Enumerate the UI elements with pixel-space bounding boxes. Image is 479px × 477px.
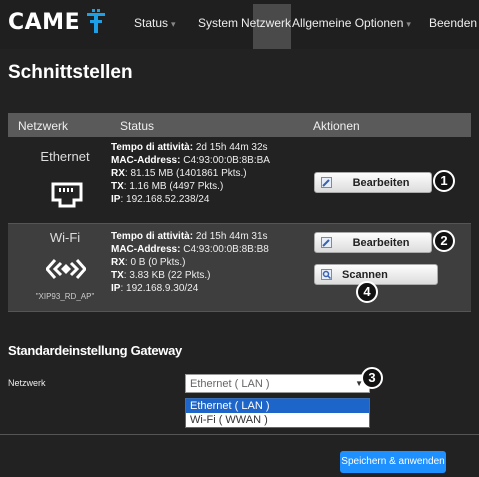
header-status: Status — [120, 119, 155, 133]
header-actions: Aktionen — [313, 119, 360, 133]
nav-allgemeine-optionen[interactable]: Allgemeine Optionen ▾ — [292, 16, 411, 30]
edit-wifi-button[interactable]: Bearbeiten — [314, 232, 432, 253]
nav-system[interactable]: System — [198, 16, 238, 30]
came-logo-icon — [87, 9, 105, 33]
nav-status[interactable]: Status ▾ — [134, 16, 176, 30]
status-ethernet: Tempo di attività: 2d 15h 44m 32s MAC-Ad… — [111, 141, 270, 206]
table-row-wifi: Wi-Fi "XIP93_RD_AP" Tempo di attività: 2… — [8, 223, 471, 312]
status-line: MAC-Address: C4:93:00:0B:8B:B8 — [111, 244, 269, 255]
header-network: Netzwerk — [18, 119, 69, 133]
interfaces-table: Netzwerk Status Aktionen Ethernet Tempo … — [8, 113, 471, 312]
callout-badge-3: 3 — [361, 367, 383, 389]
top-navbar: CAME Status ▾ System Netzwerk Allgemeine … — [0, 0, 479, 49]
gateway-network-label: Netzwerk — [8, 378, 46, 388]
status-line: Tempo di attività: 2d 15h 44m 32s — [111, 142, 268, 153]
scan-wifi-label: Scannen — [342, 269, 388, 281]
table-header: Netzwerk Status Aktionen — [8, 113, 471, 137]
callout-badge-2: 2 — [433, 230, 455, 252]
gateway-network-dropdown: Ethernet ( LAN ) Wi-Fi ( WWAN ) — [185, 398, 370, 428]
status-line: MAC-Address: C4:93:00:0B:8B:BA — [111, 155, 270, 166]
callout-badge-1: 1 — [433, 170, 455, 192]
status-line: TX: 1.16 MB (4497 Pkts.) — [111, 181, 224, 192]
edit-ethernet-button[interactable]: Bearbeiten — [314, 172, 432, 193]
status-wifi: Tempo di attività: 2d 15h 44m 31s MAC-Ad… — [111, 230, 269, 295]
status-line: TX: 3.83 KB (22 Pkts.) — [111, 270, 211, 281]
came-logo[interactable]: CAME — [8, 10, 80, 35]
status-line: Tempo di attività: 2d 15h 44m 31s — [111, 231, 268, 242]
dropdown-option-wifi[interactable]: Wi-Fi ( WWAN ) — [186, 413, 369, 427]
nav-system-label: System — [198, 16, 239, 30]
page-title: Schnittstellen — [8, 62, 133, 83]
wifi-ssid: "XIP93_RD_AP" — [35, 292, 95, 301]
footer-divider — [0, 434, 479, 435]
nav-status-label: Status — [134, 16, 169, 30]
status-line: RX: 81.15 MB (1401861 Pkts.) — [111, 168, 247, 179]
status-line: IP: 192.168.9.30/24 — [111, 283, 199, 294]
wifi-signal-icon — [46, 259, 86, 279]
dropdown-option-ethernet[interactable]: Ethernet ( LAN ) — [186, 399, 369, 413]
status-line: IP: 192.168.52.238/24 — [111, 194, 210, 205]
gateway-section-title: Standardeinstellung Gateway — [8, 343, 182, 358]
nav-beenden-label: Beenden — [429, 16, 478, 30]
gateway-network-select[interactable]: Ethernet ( LAN ) ▼ — [185, 374, 370, 393]
nav-netzwerk[interactable]: Netzwerk — [241, 16, 291, 30]
ethernet-port-icon — [51, 182, 83, 208]
edit-ethernet-label: Bearbeiten — [352, 177, 410, 189]
nav-netzwerk-label: Netzwerk — [241, 16, 292, 30]
status-line: RX: 0 B (0 Pkts.) — [111, 257, 186, 268]
table-row-ethernet: Ethernet Tempo di attività: 2d 15h 44m 3… — [8, 137, 471, 223]
nav-beenden[interactable]: Beenden — [429, 16, 477, 30]
interface-name-ethernet: Ethernet — [40, 149, 90, 164]
gateway-selected-value: Ethernet ( LAN ) — [190, 378, 270, 390]
save-apply-button[interactable]: Speichern & anwenden — [340, 451, 446, 473]
edit-wifi-label: Bearbeiten — [352, 237, 410, 249]
chevron-down-icon: ▾ — [171, 19, 176, 29]
callout-badge-4: 4 — [356, 281, 378, 303]
scan-wifi-button[interactable]: Scannen — [314, 264, 438, 285]
chevron-down-icon: ▾ — [406, 19, 411, 29]
nav-allgemeine-optionen-label: Allgemeine Optionen — [292, 16, 404, 30]
interface-name-wifi: Wi-Fi — [49, 230, 81, 245]
